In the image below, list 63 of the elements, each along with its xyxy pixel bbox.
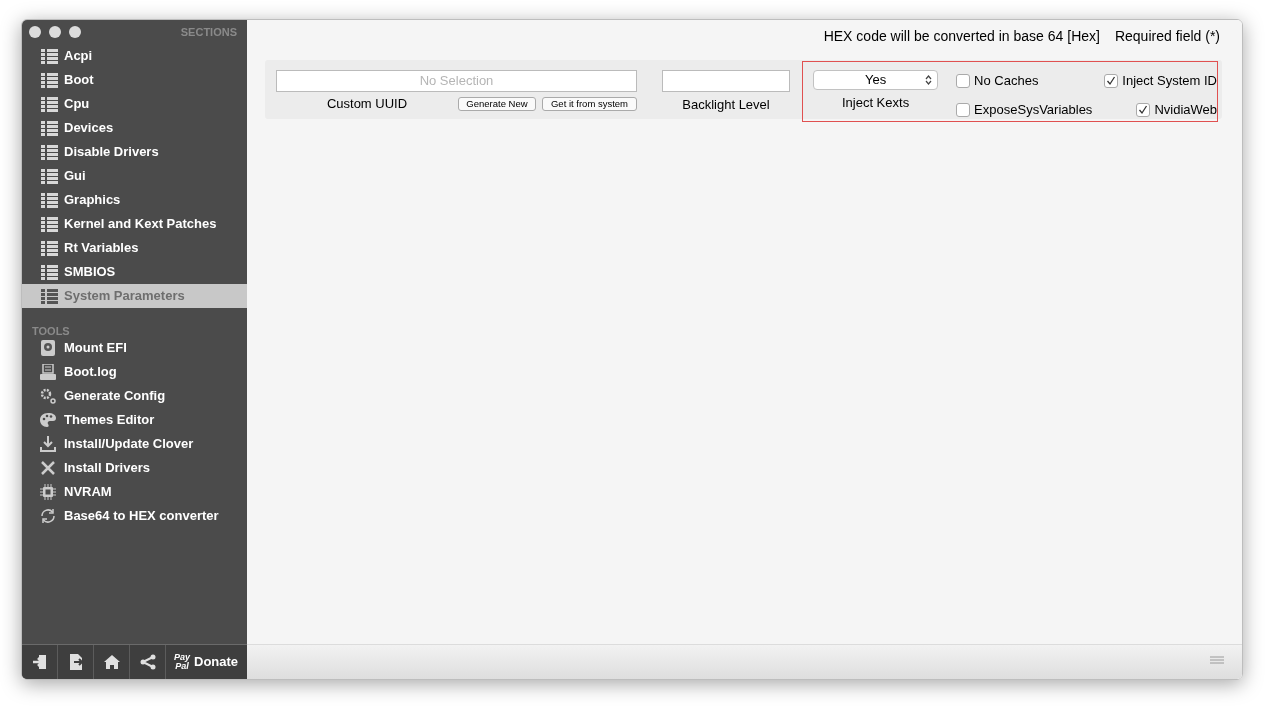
list-icon <box>41 168 58 184</box>
sidebar-item[interactable]: Install/Update Clover <box>22 432 247 456</box>
sidebar-item[interactable]: Boot.log <box>22 360 247 384</box>
sidebar-item[interactable]: Themes Editor <box>22 408 247 432</box>
sidebar-item[interactable]: Install Drivers <box>22 456 247 480</box>
backlight-field[interactable] <box>662 70 790 92</box>
list-icon <box>41 264 58 280</box>
list-icon <box>41 288 58 304</box>
field-label: Backlight Level <box>681 96 771 114</box>
section-heading: TOOLS <box>32 325 70 337</box>
login-icon <box>31 654 48 670</box>
download-icon <box>40 436 56 452</box>
chip-icon <box>40 484 56 500</box>
refresh-icon <box>40 508 56 524</box>
sidebar-item[interactable]: Acpi <box>22 44 247 68</box>
home-icon <box>103 654 120 670</box>
sidebar-item[interactable]: NVRAM <box>22 480 247 504</box>
checkbox-label: No Caches <box>974 71 1039 90</box>
stepper-icon <box>925 75 933 85</box>
sidebar-item[interactable]: Mount EFI <box>22 336 247 360</box>
small-button[interactable]: Generate New <box>458 96 536 111</box>
minimize-button[interactable] <box>49 26 61 38</box>
checkbox[interactable] <box>1104 73 1119 88</box>
sidebar-item[interactable]: Gui <box>22 164 247 188</box>
export-icon <box>67 654 84 670</box>
list-icon <box>41 120 58 136</box>
checkbox[interactable] <box>956 102 971 117</box>
sidebar-item[interactable]: Disable Drivers <box>22 140 247 164</box>
list-icon <box>41 240 58 256</box>
sidebar-item[interactable]: Boot <box>22 68 247 92</box>
checkbox[interactable] <box>956 73 971 88</box>
hex-note: HEX code will be converted in base 64 [Hex] <box>823 27 1100 46</box>
field-label: Inject Kexts <box>840 94 911 112</box>
required-note: Required field (*) <box>1114 27 1220 46</box>
sidebar-item[interactable]: Base64 to HEX converter <box>22 504 247 528</box>
paypal-logo-text: Pay <box>174 653 190 662</box>
sidebar-item[interactable]: Rt Variables <box>22 236 247 260</box>
checkbox[interactable] <box>1136 102 1151 117</box>
section-heading: SECTIONS <box>180 24 237 40</box>
sidebar-item[interactable]: SMBIOS <box>22 260 247 284</box>
list-icon <box>41 96 58 112</box>
sidebar-item[interactable]: Generate Config <box>22 384 247 408</box>
list-icon <box>41 48 58 64</box>
paypal-logo-text: Pal <box>175 662 189 671</box>
share-icon <box>139 654 156 670</box>
popup-button[interactable]: Yes <box>813 70 939 90</box>
list-icon <box>41 72 58 88</box>
checkbox-label: Inject System ID <box>1122 71 1217 90</box>
close-button[interactable] <box>29 26 41 38</box>
palette-icon <box>40 412 56 428</box>
list-icon <box>41 144 58 160</box>
sidebar-item[interactable]: Cpu <box>22 92 247 116</box>
checkbox-label: ExposeSysVariables <box>974 100 1093 119</box>
checkbox-label: NvidiaWeb <box>1154 100 1217 119</box>
field-label: Custom UUID <box>325 95 409 113</box>
list-icon <box>41 216 58 232</box>
small-button[interactable]: Get it from system <box>542 96 637 111</box>
zoom-button[interactable] <box>69 26 81 38</box>
list-icon <box>41 192 58 208</box>
sidebar-item[interactable]: Graphics <box>22 188 247 212</box>
sidebar-item[interactable]: Devices <box>22 116 247 140</box>
sidebar-item[interactable]: Kernel and Kext Patches <box>22 212 247 236</box>
printer-icon <box>40 364 56 380</box>
